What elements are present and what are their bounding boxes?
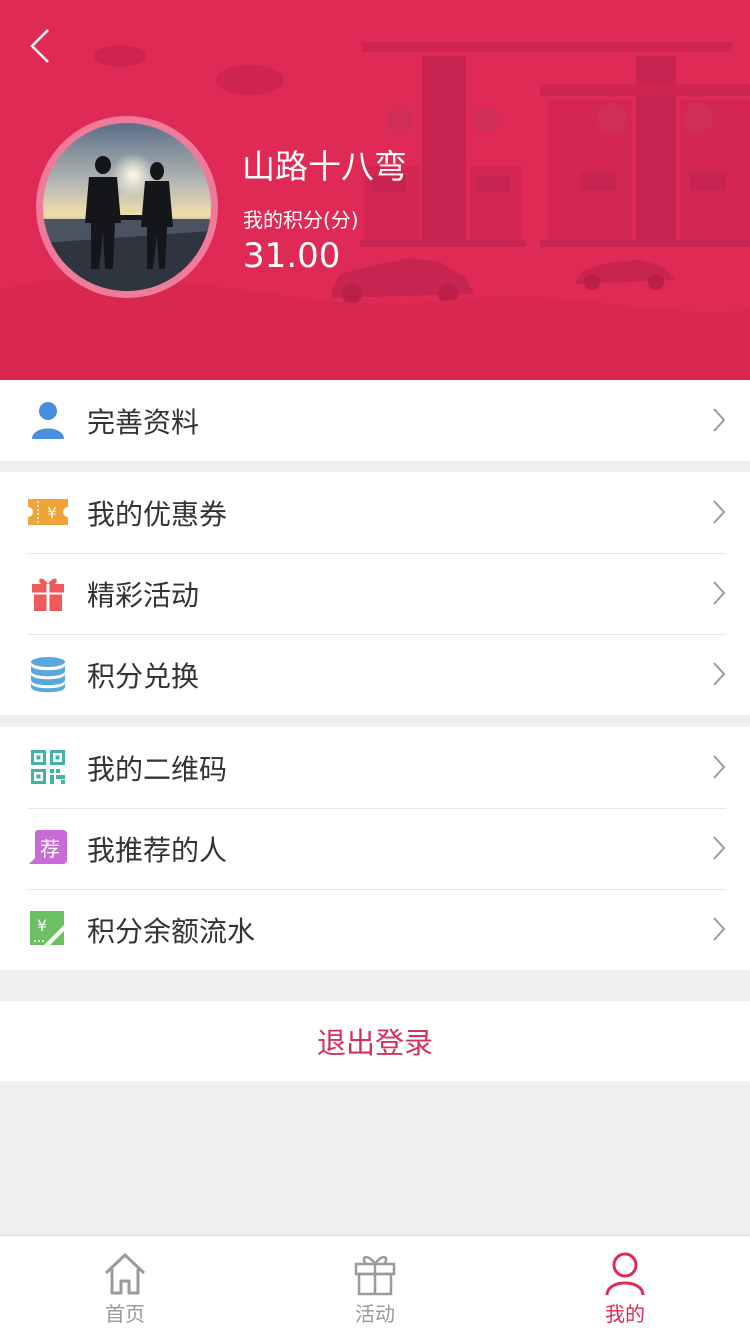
menu-item-points-ledger[interactable]: ¥ 积分余额流水 bbox=[0, 889, 750, 970]
tab-mine[interactable]: 我的 bbox=[500, 1236, 750, 1335]
menu-item-qrcode[interactable]: 我的二维码 bbox=[0, 727, 750, 808]
chevron-right-icon bbox=[713, 662, 726, 686]
points-label: 我的积分(分) bbox=[243, 208, 359, 232]
chevron-right-icon bbox=[713, 917, 726, 941]
svg-text:¥: ¥ bbox=[37, 916, 47, 935]
ledger-icon: ¥ bbox=[28, 909, 68, 949]
chevron-left-icon bbox=[30, 29, 49, 63]
chevron-right-icon bbox=[713, 836, 726, 860]
menu-item-points-exchange[interactable]: 积分兑换 bbox=[0, 634, 750, 715]
tab-label: 我的 bbox=[605, 1302, 645, 1326]
logout-label: 退出登录 bbox=[316, 1026, 433, 1060]
home-icon bbox=[104, 1253, 146, 1295]
avatar[interactable] bbox=[43, 123, 211, 291]
chevron-right-icon bbox=[713, 500, 726, 524]
tab-home[interactable]: 首页 bbox=[0, 1236, 250, 1335]
menu-item-label: 我推荐的人 bbox=[87, 833, 228, 867]
person-icon bbox=[605, 1252, 645, 1296]
bottom-tab-bar: 首页 活动 我的 bbox=[0, 1235, 750, 1335]
svg-text:荐: 荐 bbox=[40, 837, 60, 861]
menu-item-coupons[interactable]: ¥ 我的优惠券 bbox=[0, 472, 750, 553]
svg-text:¥: ¥ bbox=[47, 504, 57, 522]
menu-item-label: 我的二维码 bbox=[87, 752, 228, 786]
menu-item-activities[interactable]: 精彩活动 bbox=[0, 553, 750, 634]
menu-item-label: 我的优惠券 bbox=[87, 497, 228, 531]
coupon-icon: ¥ bbox=[28, 492, 68, 532]
menu-item-label: 积分兑换 bbox=[87, 659, 200, 693]
back-button[interactable] bbox=[18, 22, 62, 70]
menu-group-account: 我的二维码 荐 我推荐的人 ¥ 积分余额流水 bbox=[0, 727, 750, 970]
menu-group-benefits: ¥ 我的优惠券 精彩活动 积分兑换 bbox=[0, 472, 750, 715]
menu-item-label: 精彩活动 bbox=[87, 578, 200, 612]
gift-icon bbox=[354, 1256, 396, 1296]
profile-header: 山路十八弯 我的积分(分) 31.00 bbox=[0, 0, 750, 380]
menu-item-referrals[interactable]: 荐 我推荐的人 bbox=[0, 808, 750, 889]
recommend-icon: 荐 bbox=[28, 828, 68, 868]
points-value: 31.00 bbox=[243, 236, 341, 276]
tab-label: 活动 bbox=[355, 1302, 395, 1326]
menu-item-label: 完善资料 bbox=[87, 405, 200, 439]
coins-stack-icon bbox=[28, 654, 68, 694]
avatar-photo bbox=[43, 123, 211, 291]
chevron-right-icon bbox=[713, 408, 726, 432]
logout-button[interactable]: 退出登录 bbox=[0, 1001, 750, 1081]
menu-item-label: 积分余额流水 bbox=[87, 914, 256, 948]
tab-activities[interactable]: 活动 bbox=[250, 1236, 500, 1335]
tab-label: 首页 bbox=[105, 1302, 145, 1326]
user-icon bbox=[28, 400, 68, 440]
gift-icon bbox=[28, 573, 68, 613]
chevron-right-icon bbox=[713, 755, 726, 779]
qrcode-icon bbox=[28, 747, 68, 787]
menu-item-complete-profile[interactable]: 完善资料 bbox=[0, 380, 750, 461]
username: 山路十八弯 bbox=[242, 147, 407, 186]
chevron-right-icon bbox=[713, 581, 726, 605]
menu-group-profile: 完善资料 bbox=[0, 380, 750, 461]
